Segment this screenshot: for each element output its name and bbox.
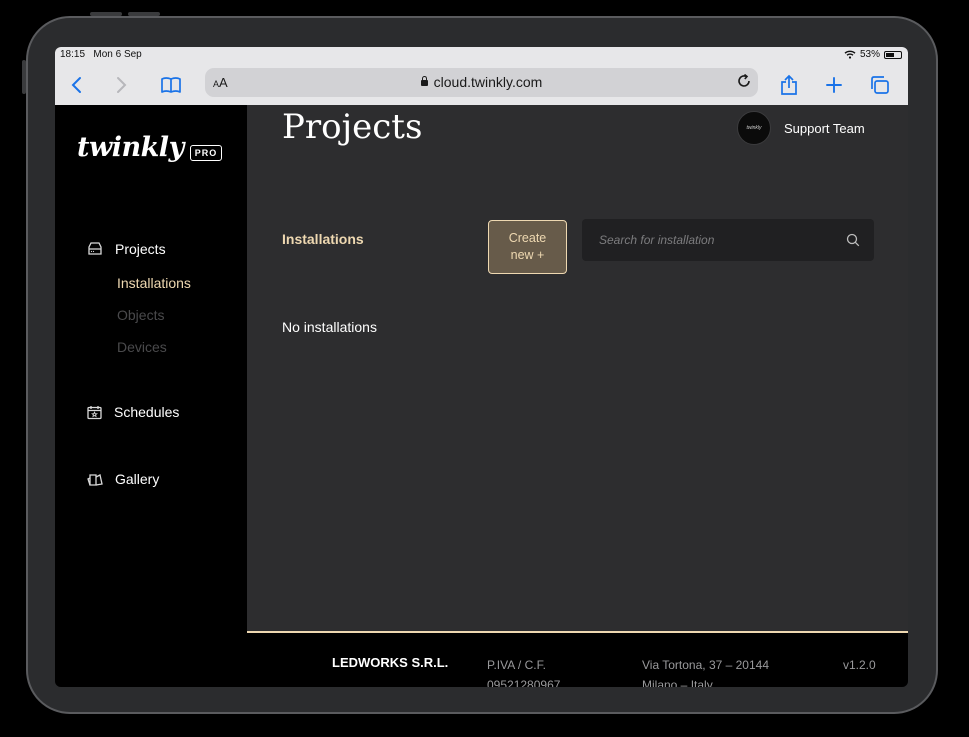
status-right: 53% [844,49,902,60]
create-new-button[interactable]: Create new + [488,220,567,274]
sidebar-item-schedules[interactable]: Schedules [87,404,179,420]
reload-icon [738,73,750,87]
twinkly-pro-logo[interactable]: twinkly PRO [77,132,223,163]
device-top-button-2 [128,12,160,16]
footer-vat: P.IVA / C.F. 09521280967 [487,655,560,687]
gallery-icon [87,473,103,486]
search-box [582,219,874,261]
browser-toolbar: AA cloud.twinkly.com [55,65,908,105]
share-icon [781,74,797,95]
battery-icon [884,50,902,59]
sidebar-item-installations[interactable]: Installations [117,275,191,291]
chevron-left-icon [71,77,81,93]
calendar-icon [87,405,102,419]
sidebar-item-objects[interactable]: Objects [117,307,164,323]
url-display[interactable]: cloud.twinkly.com [205,74,758,90]
footer-address-line1: Via Tortona, 37 – 20144 [642,658,769,672]
screen: 18:15 Mon 6 Sep 53% AA cloud.twinkly.com [55,47,908,687]
wifi-icon [844,50,856,59]
logo-wordmark: twinkly [77,132,184,163]
search-input[interactable] [582,219,832,261]
footer-address-line2: Milano – Italy [642,678,713,687]
user-name: Support Team [784,120,865,136]
lock-icon [420,76,428,86]
bookmarks-button[interactable] [156,70,186,100]
footer-company: LEDWORKS S.R.L. [332,655,449,670]
user-menu[interactable]: twinkly Support Team [737,111,865,145]
address-bar[interactable]: AA cloud.twinkly.com [205,68,758,97]
sidebar-item-projects-label: Projects [115,241,166,257]
app: twinkly PRO Projects Installations Objec… [55,105,908,687]
footer-version: v1.2.0 [843,658,876,672]
status-bar: 18:15 Mon 6 Sep 53% [55,47,908,65]
status-time: 18:15 [60,49,86,60]
footer-address: Via Tortona, 37 – 20144 Milano – Italy [642,655,769,687]
battery-percent: 53% [859,49,880,60]
reload-button[interactable] [736,73,752,94]
chevron-right-icon [117,77,127,93]
share-button[interactable] [774,70,804,100]
book-icon [161,77,181,93]
footer-vat-label: P.IVA / C.F. [487,658,546,672]
search-icon[interactable] [846,233,860,247]
main-content: Projects twinkly Support Team Installati… [247,105,908,631]
footer: LEDWORKS S.R.L. P.IVA / C.F. 09521280967… [247,631,908,687]
status-time-date: 18:15 Mon 6 Sep [60,49,142,60]
sidebar-item-projects[interactable]: Projects [87,241,166,257]
new-tab-button[interactable] [819,70,849,100]
page-title: Projects [282,107,423,147]
tabs-icon [871,76,889,94]
forward-button[interactable] [107,70,137,100]
tabs-button[interactable] [865,70,895,100]
status-date: Mon 6 Sep [93,49,142,60]
plus-icon [826,77,842,93]
sidebar-item-gallery-label: Gallery [115,471,160,487]
logo-pro-badge: PRO [189,145,223,161]
sidebar-item-gallery[interactable]: Gallery [87,471,159,487]
device-volume-button [22,60,26,94]
device-top-button [90,12,122,16]
sidebar-item-schedules-label: Schedules [114,404,180,420]
avatar: twinkly [737,111,771,145]
section-label-installations: Installations [282,231,364,247]
sidebar: twinkly PRO Projects Installations Objec… [55,105,247,687]
box-icon [88,242,102,255]
back-button[interactable] [61,70,91,100]
url-text: cloud.twinkly.com [433,74,543,90]
empty-state-message: No installations [282,319,377,335]
sidebar-item-devices[interactable]: Devices [117,339,167,355]
footer-vat-number: 09521280967 [487,678,561,687]
